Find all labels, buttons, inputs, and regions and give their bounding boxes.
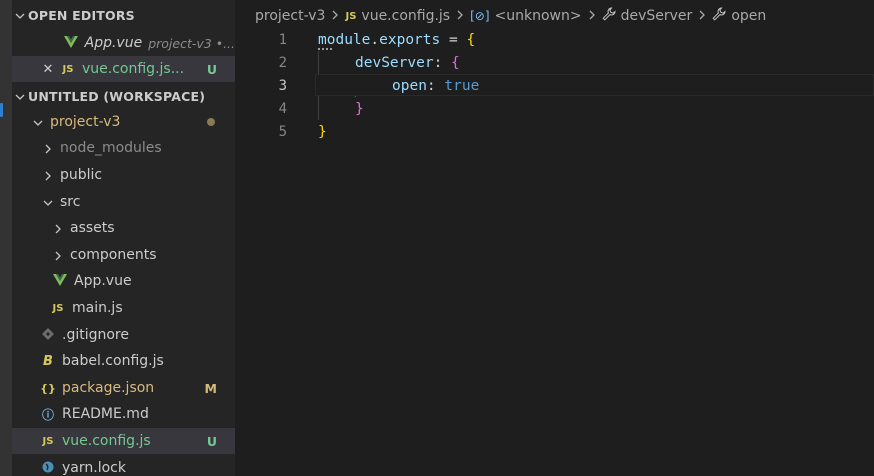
- wrench-icon: [712, 7, 726, 25]
- breadcrumb: project-v3 JS vue.config.js [⊘] <unknown…: [255, 5, 766, 27]
- tree-item-label: yarn.lock: [62, 460, 126, 476]
- open-editor-app-vue[interactable]: App.vue project-v3 •...: [12, 30, 235, 56]
- tree-item-label: node_modules: [60, 140, 162, 156]
- js-icon: JS: [42, 435, 54, 447]
- tree-item-label: public: [60, 167, 103, 183]
- line-number: 5: [278, 123, 287, 140]
- chevron-down-icon: [12, 90, 28, 103]
- tree-item-label: vue.config.js: [62, 433, 151, 449]
- json-icon: {}: [40, 381, 56, 395]
- tree-item-assets[interactable]: assets: [12, 215, 235, 241]
- open-editor-name: App.vue: [84, 35, 143, 51]
- tree-item-app-vue[interactable]: App.vue: [12, 268, 235, 294]
- symbol-variable-icon: [⊘]: [470, 9, 490, 23]
- modified-badge: M: [204, 380, 217, 396]
- tree-item-package-json[interactable]: {} package.json M: [12, 375, 235, 401]
- tree-item-label: main.js: [72, 300, 123, 316]
- editor-pane: project-v3 JS vue.config.js [⊘] <unknown…: [235, 0, 874, 476]
- line-number: 2: [278, 54, 287, 71]
- wrench-icon: [602, 7, 616, 25]
- untracked-badge: U: [206, 433, 217, 449]
- chevron-right-icon: [588, 9, 596, 23]
- tree-item-src[interactable]: src: [12, 189, 235, 215]
- tree-item-label: App.vue: [74, 273, 132, 289]
- line-number: 1: [278, 31, 287, 48]
- breadcrumb-property[interactable]: open: [731, 8, 766, 24]
- tree-item-label: project-v3: [50, 114, 121, 130]
- line-text: module.exports = {: [318, 31, 476, 48]
- breadcrumb-symbol[interactable]: <unknown>: [495, 8, 582, 24]
- close-icon[interactable]: ✕: [40, 62, 56, 77]
- tree-item-label: package.json: [62, 380, 155, 396]
- tree-item-label: src: [60, 194, 81, 210]
- chevron-right-icon: [50, 249, 66, 262]
- chevron-right-icon: [40, 142, 56, 155]
- open-editors-title: OPEN EDITORS: [28, 7, 135, 23]
- modified-dot: [207, 118, 215, 126]
- workspace-header[interactable]: UNTITLED (WORKSPACE): [12, 83, 235, 109]
- babel-icon: B: [43, 353, 53, 369]
- tree-item-vue-config[interactable]: JS vue.config.js U: [12, 428, 235, 454]
- chevron-down-icon: [40, 196, 56, 209]
- vue-icon: [52, 273, 68, 289]
- tree-item-label: assets: [70, 220, 115, 236]
- line-text: open: true: [392, 77, 480, 94]
- tree-item-label: babel.config.js: [62, 353, 164, 369]
- tree-item-readme[interactable]: ⓘ README.md: [12, 401, 235, 427]
- yarn-icon: [40, 461, 56, 476]
- code-line-3[interactable]: 3 open: true: [235, 74, 874, 97]
- tree-item-gitignore[interactable]: .gitignore: [12, 322, 235, 348]
- vscode-window: OPEN EDITORS App.vue project-v3 •... ✕ J…: [0, 0, 874, 476]
- js-icon: JS: [62, 63, 74, 75]
- git-icon: [40, 327, 56, 343]
- line-text: }: [355, 100, 364, 117]
- breadcrumb-project[interactable]: project-v3: [255, 8, 325, 24]
- chevron-right-icon: [456, 9, 464, 23]
- tree-item-babel-config[interactable]: B babel.config.js: [12, 348, 235, 374]
- code-line-2[interactable]: 2 devServer: {: [235, 51, 874, 74]
- tree-item-label: components: [70, 247, 157, 263]
- code-line-4[interactable]: 4 }: [235, 97, 874, 120]
- tree-item-project[interactable]: project-v3: [12, 109, 235, 135]
- tree-item-yarn-lock[interactable]: yarn.lock: [12, 455, 235, 476]
- activity-indicator: [0, 103, 3, 117]
- chevron-right-icon: [50, 222, 66, 235]
- chevron-down-icon: [12, 9, 28, 22]
- info-icon: ⓘ: [41, 407, 54, 422]
- js-icon: JS: [345, 10, 357, 22]
- breadcrumb-property[interactable]: devServer: [621, 8, 693, 24]
- code-line-1[interactable]: 1 module.exports = {: [235, 28, 874, 51]
- line-number: 3: [278, 77, 287, 94]
- vue-icon: [63, 35, 79, 51]
- chevron-right-icon: [40, 169, 56, 182]
- open-editor-vue-config[interactable]: ✕ JS vue.config.js... U: [12, 56, 235, 82]
- tree-item-node-modules[interactable]: node_modules: [12, 135, 235, 161]
- tree-item-public[interactable]: public: [12, 162, 235, 188]
- activity-bar: [0, 0, 12, 476]
- breadcrumb-file[interactable]: vue.config.js: [361, 8, 450, 24]
- untracked-badge: U: [206, 61, 217, 77]
- workspace-title: UNTITLED (WORKSPACE): [28, 88, 206, 104]
- line-text: devServer: {: [355, 54, 460, 71]
- tree-item-main-js[interactable]: JS main.js: [12, 295, 235, 321]
- tree-item-label: README.md: [62, 406, 149, 422]
- js-icon: JS: [52, 302, 64, 314]
- open-editors-header[interactable]: OPEN EDITORS: [12, 2, 235, 28]
- code-line-5[interactable]: 5 }: [235, 120, 874, 143]
- explorer-sidebar: OPEN EDITORS App.vue project-v3 •... ✕ J…: [12, 0, 235, 476]
- tree-item-label: .gitignore: [62, 327, 129, 343]
- open-editor-name: vue.config.js...: [82, 61, 185, 77]
- line-number: 4: [278, 100, 287, 117]
- chevron-right-icon: [331, 9, 339, 23]
- line-text: }: [318, 123, 327, 140]
- tree-item-components[interactable]: components: [12, 242, 235, 268]
- chevron-down-icon: [30, 116, 46, 129]
- chevron-right-icon: [698, 9, 706, 23]
- open-editor-description: project-v3 •...: [148, 35, 235, 51]
